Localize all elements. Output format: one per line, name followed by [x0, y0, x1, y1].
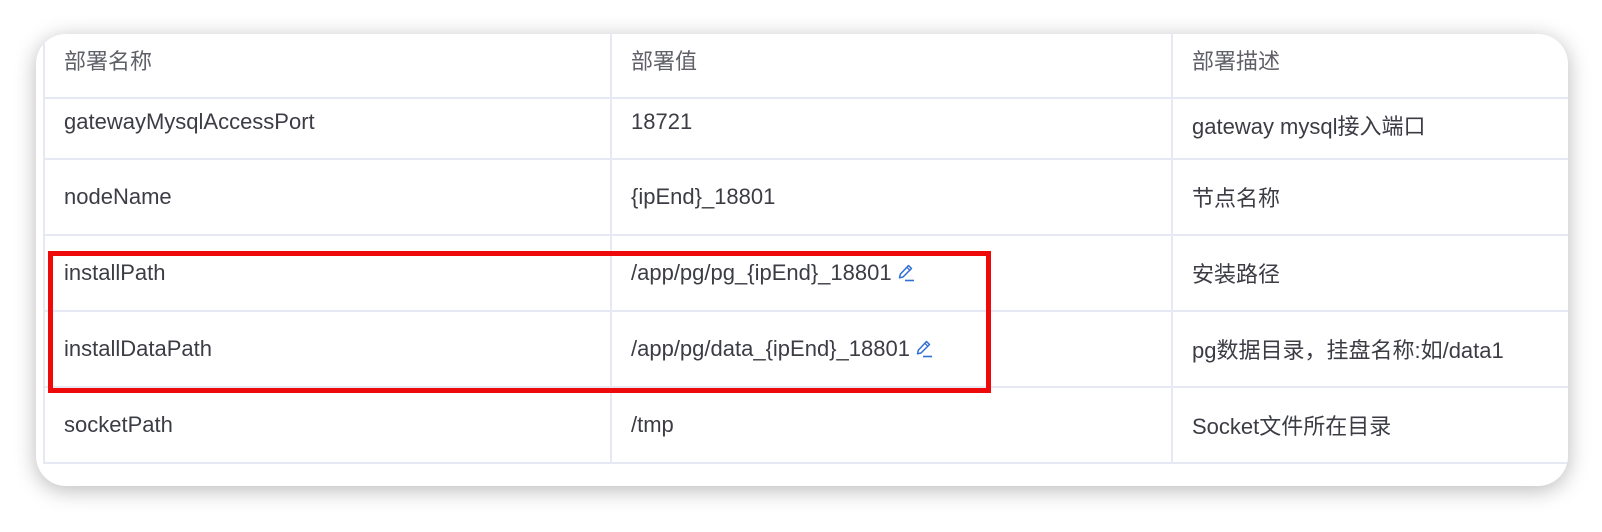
edit-pencil-icon[interactable] [914, 339, 934, 359]
deployment-parameters-table: 部署名称 部署值 部署描述 gatewayMysqlAccessPort 187… [43, 34, 1568, 464]
param-description-cell: gateway mysql接入端口 [1171, 97, 1568, 160]
param-description-cell: pg数据目录，挂盘名称:如/data1 [1171, 310, 1568, 388]
param-name-cell: gatewayMysqlAccessPort [43, 97, 612, 160]
table-row: gatewayMysqlAccessPort 18721 gateway mys… [43, 97, 1568, 160]
param-name-cell: installDataPath [43, 310, 612, 388]
param-value-cell: 18721 [610, 97, 1173, 160]
param-value-cell: /tmp [610, 386, 1173, 464]
edit-pencil-icon[interactable] [896, 263, 916, 283]
param-name-cell: installPath [43, 234, 612, 312]
column-header-description: 部署描述 [1171, 34, 1568, 99]
param-value-text: /app/pg/pg_{ipEnd}_18801 [631, 260, 892, 285]
param-value-text: /app/pg/data_{ipEnd}_18801 [631, 336, 910, 361]
config-table-card: 部署名称 部署值 部署描述 gatewayMysqlAccessPort 187… [36, 34, 1568, 486]
param-value-cell[interactable]: /app/pg/pg_{ipEnd}_18801 [610, 234, 1173, 312]
param-description-cell: Socket文件所在目录 [1171, 386, 1568, 464]
table-header-row: 部署名称 部署值 部署描述 [43, 34, 1568, 99]
table-row: nodeName {ipEnd}_18801 节点名称 [43, 158, 1568, 236]
table-row: installDataPath /app/pg/data_{ipEnd}_188… [43, 310, 1568, 388]
param-value-cell: {ipEnd}_18801 [610, 158, 1173, 236]
param-description-cell: 安装路径 [1171, 234, 1568, 312]
param-name-cell: nodeName [43, 158, 612, 236]
param-value-cell[interactable]: /app/pg/data_{ipEnd}_18801 [610, 310, 1173, 388]
column-header-value: 部署值 [610, 34, 1173, 99]
table-row: socketPath /tmp Socket文件所在目录 [43, 386, 1568, 464]
table-row: installPath /app/pg/pg_{ipEnd}_18801 安装路… [43, 234, 1568, 312]
param-description-cell: 节点名称 [1171, 158, 1568, 236]
param-name-cell: socketPath [43, 386, 612, 464]
column-header-name: 部署名称 [43, 34, 612, 99]
